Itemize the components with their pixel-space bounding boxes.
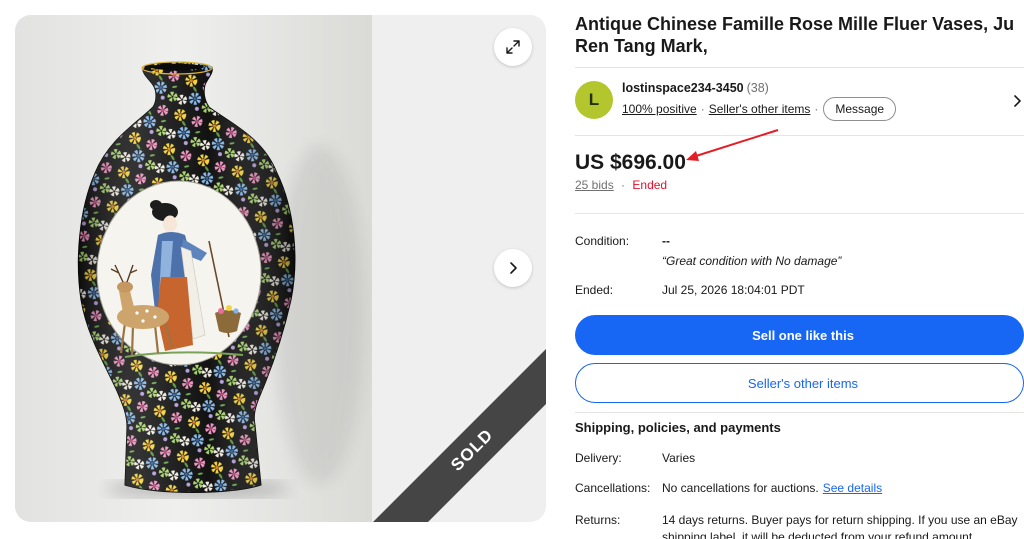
delivery-value: Varies bbox=[662, 451, 696, 465]
chevron-right-icon bbox=[510, 262, 517, 274]
expand-icon-path bbox=[506, 40, 520, 54]
ended-label: Ended: bbox=[575, 283, 614, 297]
vase-mouth bbox=[150, 63, 204, 71]
image-gallery: SOLD bbox=[15, 15, 546, 522]
flower-basket bbox=[215, 310, 241, 333]
deer-spot bbox=[135, 311, 139, 315]
vase-side-shadow bbox=[275, 145, 365, 485]
basket-flower bbox=[218, 308, 224, 314]
seller-links: 100% positive · Seller's other items · M… bbox=[622, 97, 897, 121]
auction-status: Ended bbox=[632, 178, 668, 192]
chevron-right-icon[interactable] bbox=[1012, 94, 1022, 108]
returns-label: Returns: bbox=[575, 513, 621, 527]
sell-one-like-this-button[interactable]: Sell one like this bbox=[575, 315, 1024, 355]
deer-spot bbox=[145, 309, 149, 313]
separator-dot: · bbox=[621, 178, 626, 192]
sold-ribbon-band bbox=[373, 349, 546, 522]
cancellations-label: Cancellations: bbox=[575, 481, 651, 495]
annotation-arrow-shaft bbox=[695, 129, 779, 157]
bid-count-link[interactable]: 25 bids bbox=[575, 178, 614, 192]
expand-image-button[interactable] bbox=[494, 28, 532, 66]
next-image-button[interactable] bbox=[494, 249, 532, 287]
annotation-arrow bbox=[686, 129, 779, 161]
seller-feedback-count: (38) bbox=[746, 81, 769, 95]
item-price: US $696.00 bbox=[575, 151, 686, 174]
chevron-right-icon-path bbox=[510, 262, 517, 274]
seller-other-items-link[interactable]: Seller's other items bbox=[709, 102, 811, 116]
vase-photo-image bbox=[15, 15, 372, 522]
listing-page: SOLD Antique Chinese Famille Rose Mille … bbox=[0, 0, 1024, 539]
sold-label: SOLD bbox=[447, 425, 497, 475]
listing-title: Antique Chinese Famille Rose Mille Fluer… bbox=[575, 14, 1015, 56]
seller-chevron-path bbox=[1014, 95, 1021, 107]
cancellations-value: No cancellations for auctions. bbox=[662, 481, 819, 495]
condition-value: -- bbox=[662, 234, 670, 248]
deer-spot bbox=[153, 315, 157, 319]
expand-icon bbox=[506, 40, 520, 54]
separator-dot: · bbox=[700, 102, 705, 116]
shipping-section-heading: Shipping, policies, and payments bbox=[575, 420, 781, 435]
condition-label: Condition: bbox=[575, 234, 630, 248]
deer-head bbox=[117, 281, 133, 293]
deer-spot bbox=[141, 319, 145, 323]
bids-status-row: 25 bids · Ended bbox=[575, 178, 667, 192]
basket-flower bbox=[226, 305, 232, 311]
message-seller-button[interactable]: Message bbox=[823, 97, 897, 121]
separator-dot: · bbox=[814, 102, 819, 116]
figure-face bbox=[163, 215, 177, 233]
delivery-label: Delivery: bbox=[575, 451, 622, 465]
ended-date: Jul 25, 2026 18:04:01 PDT bbox=[662, 283, 805, 297]
seller-avatar[interactable]: L bbox=[575, 81, 613, 119]
item-photo[interactable] bbox=[15, 15, 372, 522]
divider bbox=[575, 135, 1024, 136]
sellers-other-items-button[interactable]: Seller's other items bbox=[575, 363, 1024, 403]
divider bbox=[575, 67, 1024, 68]
divider bbox=[575, 412, 1024, 413]
seller-name-row: lostinspace234-3450 (38) bbox=[622, 81, 769, 96]
see-details-link[interactable]: See details bbox=[823, 481, 882, 495]
condition-note: “Great condition with No damage” bbox=[662, 254, 842, 268]
returns-value: 14 days returns. Buyer pays for return s… bbox=[662, 513, 1018, 539]
basket-flower bbox=[233, 308, 239, 314]
annotation-arrow-head bbox=[686, 151, 699, 161]
seller-name[interactable]: lostinspace234-3450 bbox=[622, 81, 744, 95]
seller-positive-feedback-link[interactable]: 100% positive bbox=[622, 102, 697, 116]
cancellations-row: No cancellations for auctions. See detail… bbox=[662, 481, 882, 495]
divider bbox=[575, 213, 1024, 214]
avatar-letter: L bbox=[588, 90, 600, 109]
